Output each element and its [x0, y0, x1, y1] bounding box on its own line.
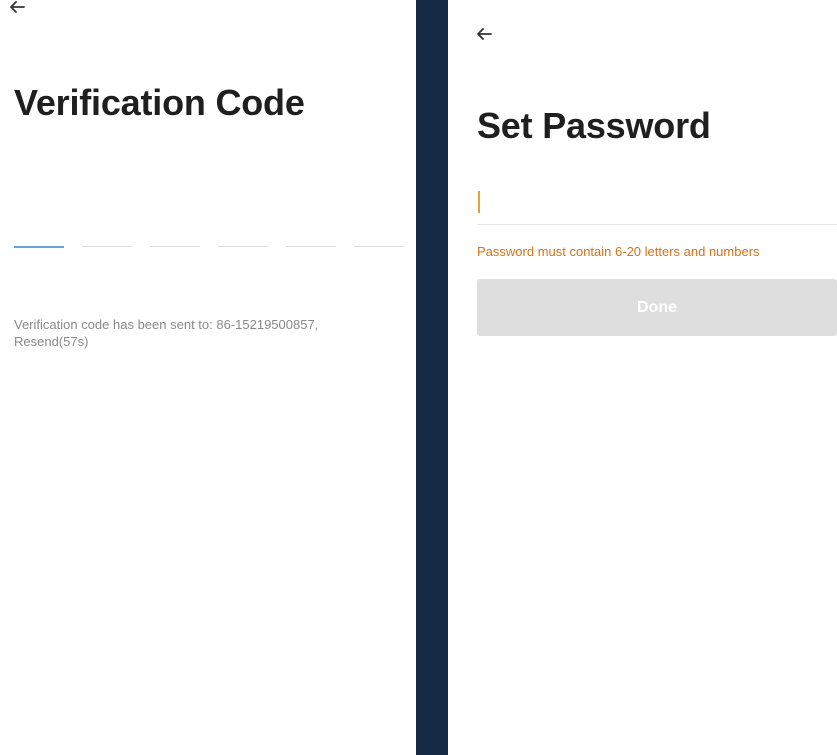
- set-password-screen: Set Password Password must contain 6-20 …: [448, 0, 837, 755]
- done-button[interactable]: Done: [477, 279, 837, 336]
- arrow-left-icon-graphic: [10, 1, 25, 13]
- password-field[interactable]: [477, 185, 837, 225]
- screen-divider: [416, 0, 448, 755]
- arrow-left-icon[interactable]: [6, 0, 28, 18]
- verification-code-screen: Verification Code Verification code has …: [0, 0, 416, 755]
- page-title: Set Password: [477, 105, 711, 146]
- arrow-left-icon-graphic: [477, 28, 492, 40]
- password-input[interactable]: [477, 189, 807, 219]
- verification-code-slots[interactable]: [14, 246, 416, 250]
- code-sent-text: Verification code has been sent to: 86-1…: [14, 317, 319, 332]
- password-hint: Password must contain 6-20 letters and n…: [477, 244, 760, 259]
- resend-link[interactable]: Resend(57s): [14, 334, 88, 349]
- code-digit-slot[interactable]: [354, 246, 404, 247]
- code-digit-slot[interactable]: [14, 246, 64, 248]
- arrow-left-icon[interactable]: [473, 23, 495, 45]
- screenshot-stage: Verification Code Verification code has …: [0, 0, 837, 755]
- code-digit-slot[interactable]: [218, 246, 268, 247]
- code-digit-slot[interactable]: [82, 246, 132, 247]
- page-title: Verification Code: [14, 82, 305, 123]
- code-digit-slot[interactable]: [286, 246, 336, 247]
- code-sent-message: Verification code has been sent to: 86-1…: [14, 316, 414, 350]
- code-digit-slot[interactable]: [150, 246, 200, 247]
